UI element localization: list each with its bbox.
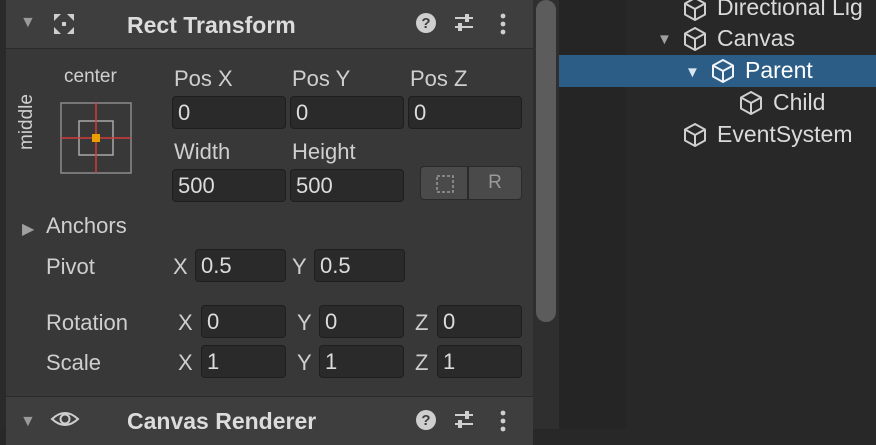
pivot-y-field[interactable]: 0.5 xyxy=(314,249,405,282)
rotation-z-field[interactable]: 0 xyxy=(437,305,522,338)
gameobject-cube-icon xyxy=(684,123,706,147)
hierarchy-item-parent[interactable]: ▼ Parent xyxy=(559,55,876,87)
blueprint-mode-button[interactable] xyxy=(420,166,468,200)
pivot-x-axis: X xyxy=(173,254,188,279)
canvas-renderer-header[interactable]: ▼ Canvas Renderer ? xyxy=(6,396,533,445)
anchor-horizontal-label: center xyxy=(64,66,117,87)
rect-transform-header[interactable]: ▼ Rect Transform ? xyxy=(6,0,533,49)
width-field[interactable]: 500 xyxy=(172,169,286,202)
pivot-x-field[interactable]: 0.5 xyxy=(195,249,286,282)
raw-edit-button[interactable]: R xyxy=(468,166,522,200)
component-title: Rect Transform xyxy=(127,12,296,38)
hierarchy-item-label: Directional Lig xyxy=(717,0,863,20)
pivot-label: Pivot xyxy=(46,254,95,279)
anchors-fold-arrow-icon[interactable]: ▶ xyxy=(22,219,34,239)
fold-arrow-icon[interactable]: ▼ xyxy=(20,413,36,431)
preset-sliders-icon[interactable] xyxy=(453,12,475,34)
preset-sliders-icon[interactable] xyxy=(453,409,475,431)
expand-arrow-icon[interactable]: ▼ xyxy=(657,31,672,48)
pos-y-label: Pos Y xyxy=(292,66,351,91)
gameobject-cube-icon xyxy=(712,59,734,83)
gameobject-cube-icon xyxy=(684,27,706,51)
hierarchy-item-label: Child xyxy=(773,89,826,115)
scale-y-field[interactable]: 1 xyxy=(319,345,404,378)
more-options-icon[interactable] xyxy=(498,409,508,433)
pos-z-field[interactable]: 0 xyxy=(408,96,522,129)
hierarchy-item-label: Canvas xyxy=(717,25,795,51)
svg-text:?: ? xyxy=(421,15,430,32)
gameobject-cube-icon xyxy=(684,0,706,21)
rotation-label: Rotation xyxy=(46,310,128,335)
hierarchy-item-canvas[interactable]: ▼ Canvas xyxy=(559,22,876,54)
rotation-y-axis: Y xyxy=(297,310,312,335)
hierarchy-item-eventsystem[interactable]: EventSystem xyxy=(559,119,876,151)
fold-arrow-icon[interactable]: ▼ xyxy=(20,14,36,32)
rect-transform-icon xyxy=(54,14,74,34)
hierarchy-item-label: EventSystem xyxy=(717,121,853,147)
help-icon[interactable]: ? xyxy=(415,409,437,431)
scale-x-axis: X xyxy=(178,350,193,375)
anchor-preset-button[interactable] xyxy=(60,102,132,174)
component-title: Canvas Renderer xyxy=(127,408,317,434)
height-field[interactable]: 500 xyxy=(290,169,404,202)
svg-text:?: ? xyxy=(421,412,430,429)
height-label: Height xyxy=(292,139,356,164)
rotation-y-field[interactable]: 0 xyxy=(319,305,404,338)
scale-label: Scale xyxy=(46,350,102,375)
more-options-icon[interactable] xyxy=(498,12,508,36)
pivot-y-axis: Y xyxy=(292,254,307,279)
scale-z-axis: Z xyxy=(415,350,429,375)
pos-x-label: Pos X xyxy=(174,66,233,91)
expand-arrow-icon[interactable]: ▼ xyxy=(685,64,700,81)
scale-y-axis: Y xyxy=(297,350,312,375)
width-label: Width xyxy=(174,139,231,164)
scale-x-field[interactable]: 1 xyxy=(201,345,286,378)
rotation-z-axis: Z xyxy=(415,310,429,335)
hierarchy-item-directional-light[interactable]: Directional Lig xyxy=(559,0,876,22)
rotation-x-axis: X xyxy=(178,310,193,335)
eye-icon xyxy=(50,412,80,426)
hierarchy-item-label: Parent xyxy=(745,57,813,83)
inspector-scrollbar-thumb[interactable] xyxy=(536,0,556,322)
inspector-edge xyxy=(0,0,6,429)
rotation-x-field[interactable]: 0 xyxy=(201,305,286,338)
scale-z-field[interactable]: 1 xyxy=(437,345,522,378)
anchors-foldout[interactable]: Anchors xyxy=(46,213,127,239)
hierarchy-item-child[interactable]: Child xyxy=(559,87,876,119)
help-icon[interactable]: ? xyxy=(415,12,437,34)
gameobject-cube-icon xyxy=(740,91,762,115)
anchor-vertical-label: middle xyxy=(16,94,37,150)
pos-z-label: Pos Z xyxy=(410,66,468,91)
pos-x-field[interactable]: 0 xyxy=(172,96,286,129)
blueprint-icon xyxy=(436,175,454,193)
pos-y-field[interactable]: 0 xyxy=(290,96,404,129)
